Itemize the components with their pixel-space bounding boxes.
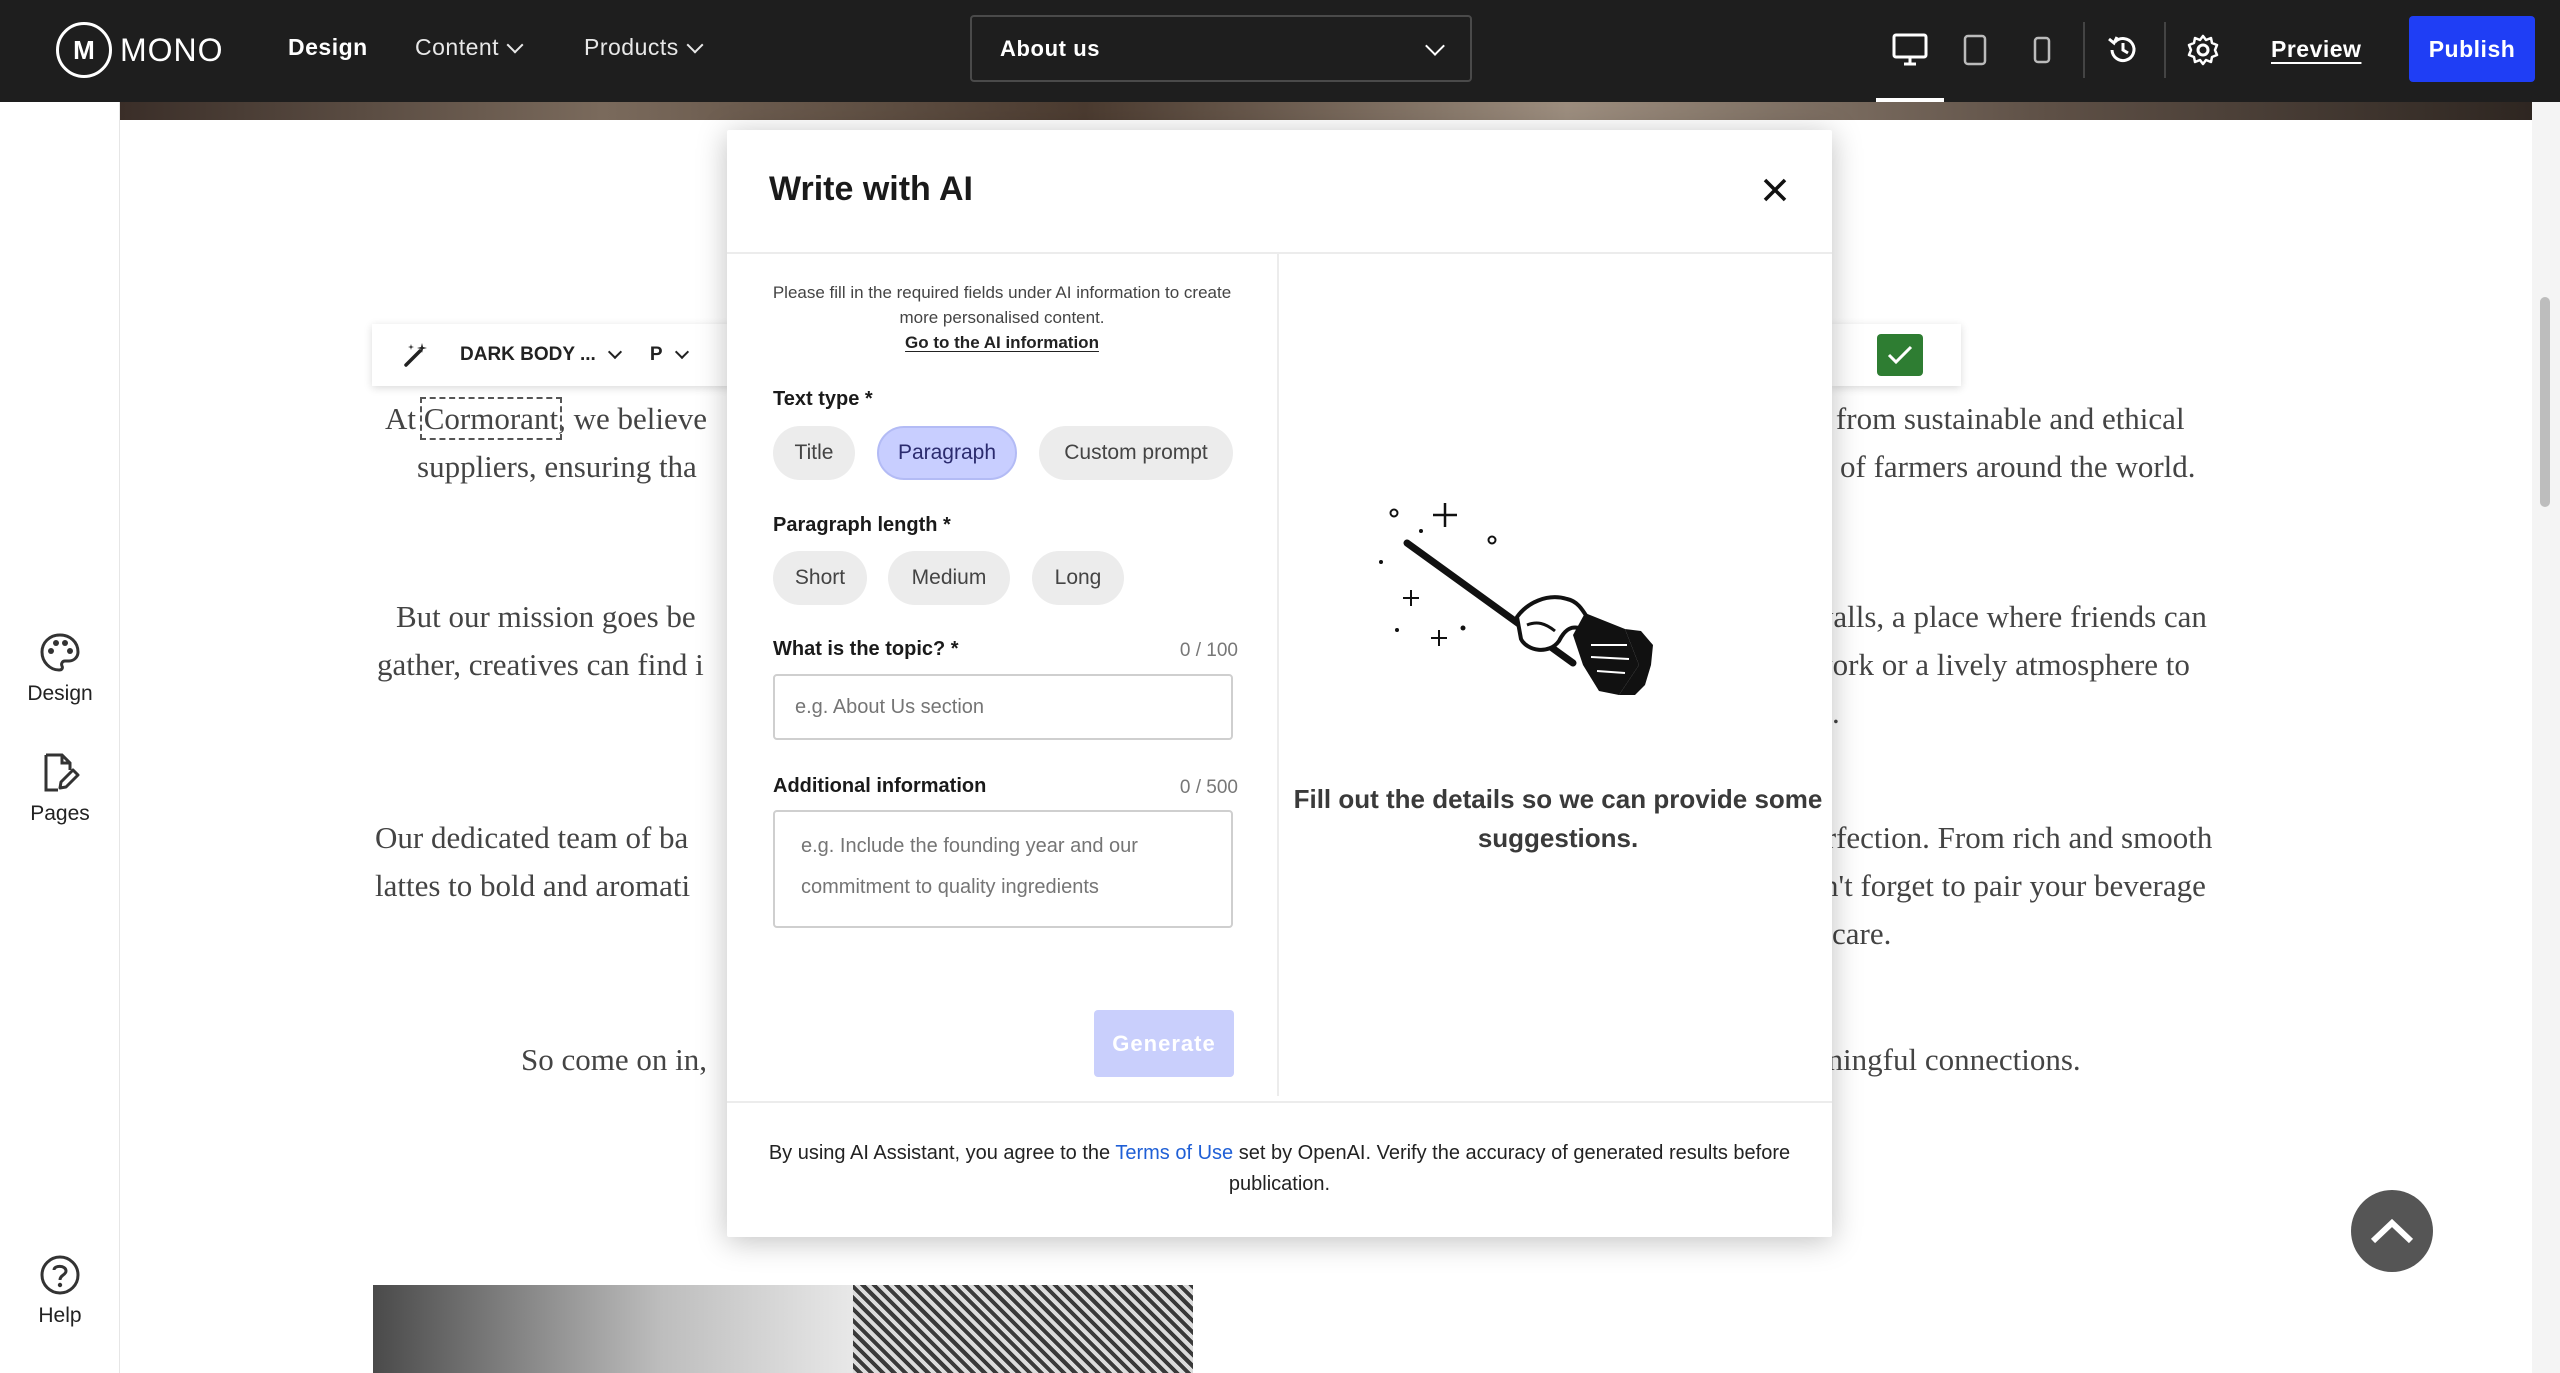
- help-icon: [40, 1255, 80, 1295]
- palette-icon: [40, 633, 80, 672]
- chip-custom-prompt[interactable]: Custom prompt: [1039, 426, 1233, 480]
- divider: [1277, 254, 1279, 1096]
- topic-label: What is the topic? *: [773, 638, 959, 660]
- close-button[interactable]: [1755, 170, 1795, 210]
- nav-products[interactable]: Products: [584, 34, 704, 61]
- text-editor-toolbar: DARK BODY ... P: [372, 324, 732, 386]
- sidebar-item-label: Design: [27, 682, 93, 705]
- sidebar-item-help[interactable]: Help: [0, 1254, 120, 1328]
- paragraph-line[interactable]: care.: [1832, 910, 1891, 958]
- logo-text: MONO: [120, 31, 224, 68]
- chip-paragraph[interactable]: Paragraph: [877, 426, 1017, 480]
- page-edit-icon: [44, 753, 80, 792]
- write-with-ai-dialog: Write with AI Please fill in the require…: [727, 130, 1832, 1237]
- left-sidebar: Design Pages Help: [0, 102, 120, 1373]
- chevron-down-icon: [686, 36, 704, 53]
- divider: [727, 1101, 1832, 1103]
- magic-wand-icon[interactable]: [402, 341, 430, 369]
- chip-short[interactable]: Short: [773, 551, 867, 605]
- publish-button[interactable]: Publish: [2409, 16, 2535, 82]
- paragraph-length-label: Paragraph length *: [773, 514, 951, 536]
- tablet-view-icon[interactable]: [1955, 30, 1995, 70]
- magic-brush-illustration: [1379, 503, 1653, 695]
- paragraph-line[interactable]: don't forget to pair your beverage: [1792, 862, 2206, 910]
- nav-design[interactable]: Design: [288, 34, 368, 61]
- divider: [727, 252, 1832, 254]
- hero-image-edge: [120, 102, 2532, 120]
- generate-button[interactable]: Generate: [1094, 1010, 1234, 1077]
- terms-notice: By using AI Assistant, you agree to the …: [768, 1142, 1791, 1195]
- section-image-left: [373, 1285, 853, 1373]
- terms-of-use-link[interactable]: Terms of Use: [1115, 1142, 1233, 1164]
- ai-info-note: Please fill in the required fields under…: [767, 280, 1237, 355]
- chevron-down-icon: [1425, 35, 1445, 56]
- logo-mark: M: [56, 22, 112, 78]
- sidebar-item-pages[interactable]: Pages: [0, 752, 120, 826]
- chip-medium[interactable]: Medium: [888, 551, 1010, 605]
- scroll-to-top-button[interactable]: [2351, 1190, 2433, 1272]
- dialog-title: Write with AI: [769, 170, 973, 208]
- chevron-down-icon: [506, 36, 524, 53]
- paragraph-line[interactable]: o work or a lively atmosphere to: [1787, 641, 2190, 689]
- topic-counter: 0 / 100: [1179, 640, 1238, 661]
- paragraph-line[interactable]: gather, creatives can find i: [377, 641, 704, 689]
- paragraph-line[interactable]: of farmers around the world.: [1840, 443, 2196, 491]
- gear-icon[interactable]: [2183, 30, 2223, 70]
- paragraph-line[interactable]: suppliers, ensuring tha: [417, 443, 697, 491]
- mobile-view-icon[interactable]: [2022, 30, 2062, 70]
- chevron-down-icon: [674, 344, 689, 360]
- confirm-edit-button[interactable]: [1877, 334, 1923, 376]
- selected-word[interactable]: Cormorant: [419, 397, 563, 440]
- close-icon: [1763, 178, 1787, 202]
- paragraph-line[interactable]: lattes to bold and aromati: [375, 862, 690, 910]
- chevron-up-icon: [2370, 1218, 2414, 1244]
- toolbar-divider: [2164, 22, 2166, 78]
- toolbar-divider: [2083, 22, 2085, 78]
- check-icon: [1887, 345, 1913, 365]
- nav-content[interactable]: Content: [415, 34, 524, 61]
- paragraph-line[interactable]: So come on in,: [521, 1036, 707, 1084]
- nav-design-label: Design: [288, 34, 368, 60]
- text-tag-dropdown[interactable]: P: [650, 344, 689, 366]
- paragraph-line[interactable]: walls, a place where friends can: [1811, 593, 2207, 641]
- ai-info-link[interactable]: Go to the AI information: [905, 330, 1099, 355]
- preview-link[interactable]: Preview: [2271, 36, 2361, 63]
- chip-title[interactable]: Title: [773, 426, 855, 480]
- paragraph-line[interactable]: Our dedicated team of ba: [375, 814, 688, 862]
- empty-state-message: Fill out the details so we can provide s…: [1293, 784, 1823, 853]
- page-scrollbar[interactable]: [2532, 102, 2560, 1373]
- text-type-label: Text type *: [773, 388, 873, 410]
- paragraph-line[interactable]: erfection. From rich and smooth: [1812, 814, 2212, 862]
- desktop-view-icon[interactable]: [1890, 30, 1930, 70]
- additional-info-textarea[interactable]: [773, 810, 1233, 928]
- paragraph-line[interactable]: nts from sustainable and ethical: [1792, 395, 2185, 443]
- additional-info-label: Additional information: [773, 775, 987, 797]
- sidebar-item-label: Help: [38, 1304, 82, 1327]
- nav-products-label: Products: [584, 34, 679, 60]
- chip-long[interactable]: Long: [1032, 551, 1124, 605]
- text-style-dropdown[interactable]: DARK BODY ...: [460, 344, 622, 366]
- additional-info-counter: 0 / 500: [1179, 777, 1238, 798]
- sidebar-item-design[interactable]: Design: [0, 632, 120, 706]
- paragraph-line[interactable]: But our mission goes be: [396, 593, 696, 641]
- paragraph-line[interactable]: eaningful connections.: [1800, 1036, 2081, 1084]
- scrollbar-thumb[interactable]: [2540, 297, 2550, 507]
- chevron-down-icon: [607, 344, 622, 360]
- history-icon[interactable]: [2103, 30, 2143, 70]
- sidebar-item-label: Pages: [30, 802, 90, 825]
- paragraph-line[interactable]: .: [1832, 689, 1840, 737]
- paragraph-line[interactable]: At Cormorant, we believe: [385, 395, 707, 443]
- logo[interactable]: M MONO: [56, 22, 224, 78]
- page-select[interactable]: About us: [970, 15, 1472, 82]
- nav-content-label: Content: [415, 34, 500, 60]
- top-bar: M MONO Design Content Products About us …: [0, 0, 2560, 102]
- topic-input[interactable]: [773, 674, 1233, 740]
- page-select-value: About us: [1000, 35, 1101, 61]
